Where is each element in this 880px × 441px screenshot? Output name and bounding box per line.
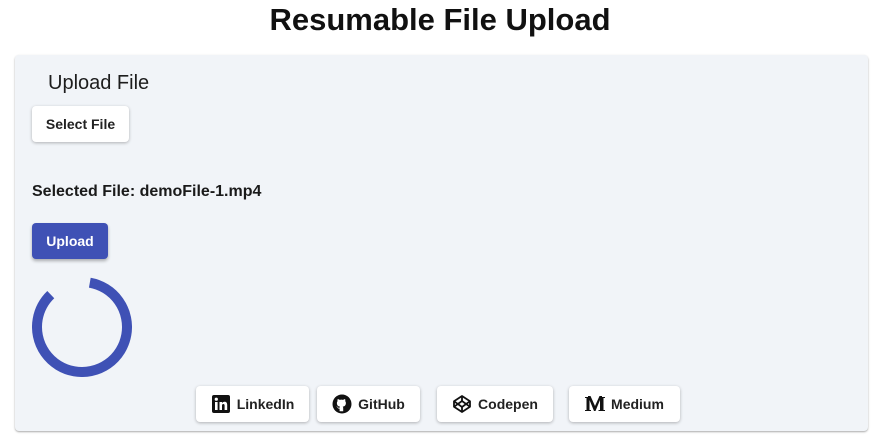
github-icon [332, 394, 352, 414]
github-label: GitHub [358, 396, 405, 412]
linkedin-label: LinkedIn [236, 396, 295, 412]
linkedin-icon [211, 394, 231, 414]
codepen-icon [452, 394, 472, 414]
footer-links: LinkedIn GitHub Codepen Medium [15, 386, 868, 422]
github-link[interactable]: GitHub [317, 386, 420, 422]
upload-card: Upload File Select File Selected File: d… [15, 55, 868, 431]
codepen-label: Codepen [478, 396, 538, 412]
medium-link[interactable]: Medium [569, 386, 680, 422]
select-file-button[interactable]: Select File [32, 106, 129, 142]
medium-icon [585, 394, 606, 414]
codepen-link[interactable]: Codepen [437, 386, 553, 422]
page-title: Resumable File Upload [269, 2, 611, 37]
selected-file-label: Selected File: demoFile-1.mp4 [32, 183, 262, 200]
linkedin-link[interactable]: LinkedIn [196, 386, 309, 422]
card-title: Upload File [48, 72, 150, 94]
upload-button[interactable]: Upload [32, 223, 108, 259]
medium-label: Medium [611, 396, 664, 412]
loading-spinner [32, 277, 132, 377]
